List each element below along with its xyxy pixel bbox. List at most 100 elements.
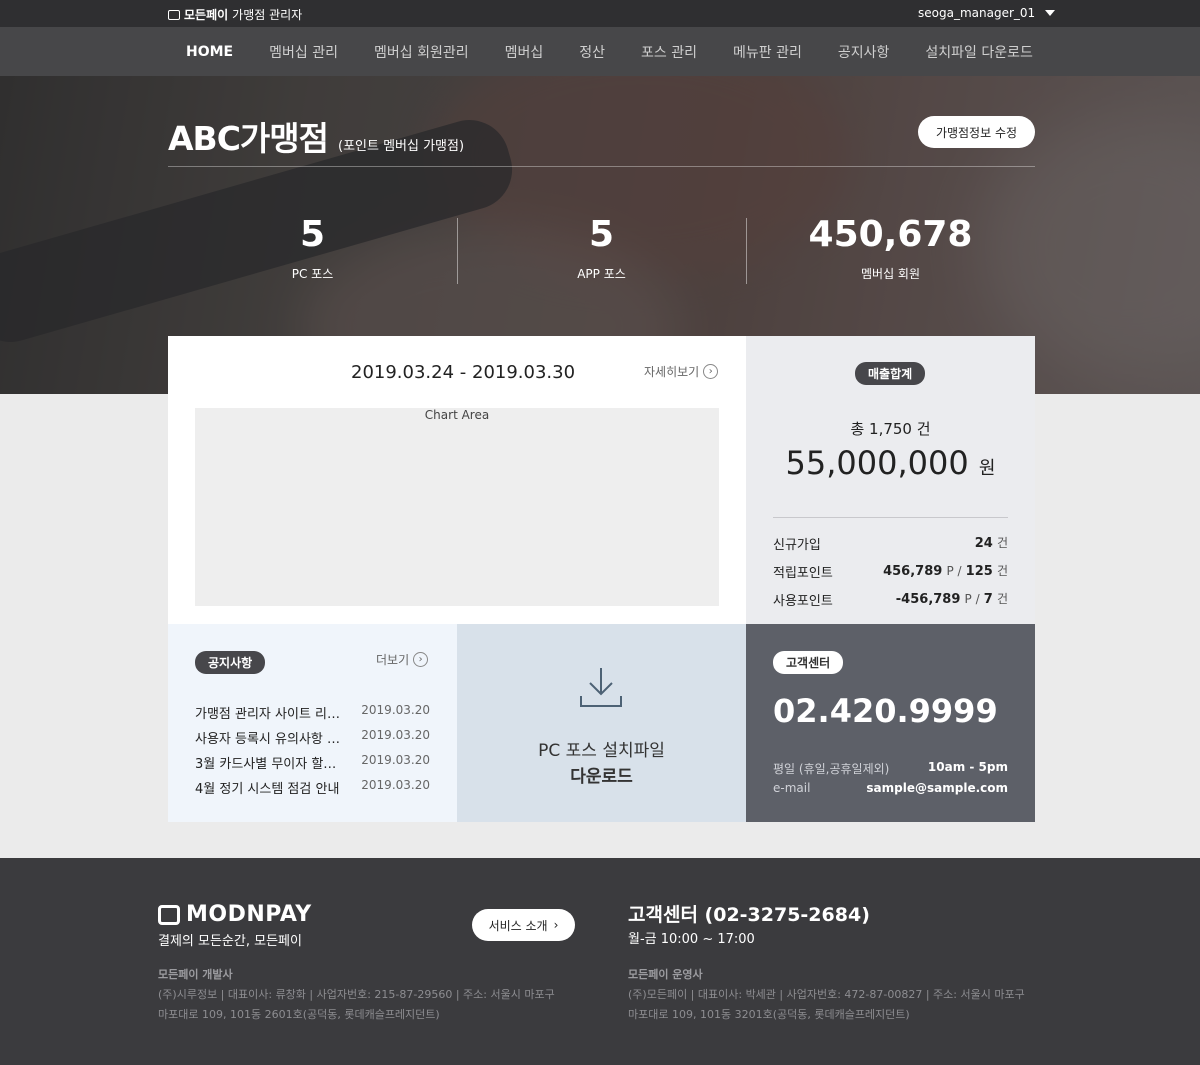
edit-store-button[interactable]: 가맹점정보 수정 [918,116,1035,148]
row-unit: 건 [996,536,1008,550]
notice-item[interactable]: 가맹점 관리자 사이트 리… 2019.03.20 [195,703,430,722]
notice-item[interactable]: 3월 카드사별 무이자 할… 2019.03.20 [195,753,430,772]
sales-divider [773,517,1008,518]
more-label: 더보기 [376,653,410,667]
modnpay-logo-icon [158,904,180,925]
main-nav: HOME 멤버십 관리 멤버십 회원관리 멤버십 정산 포스 관리 메뉴판 관리… [0,27,1200,76]
footer-operator-info: 모든페이 운영사 (주)모든페이 | 대표이사: 박세관 | 사업자번호: 47… [628,965,1025,1025]
footer-slogan: 결제의 모든순간, 모든페이 [158,934,302,949]
caret-down-icon[interactable] [1045,10,1056,16]
op-line1: (주)모든페이 | 대표이사: 박세관 | 사업자번호: 472-87-0082… [628,988,1025,1001]
footer-cs-hours: 월-금 10:00 ~ 17:00 [628,932,755,947]
sales-count: 총 1,750 건 [850,420,931,438]
stat-label: APP 포스 [577,267,626,281]
top-bar: 모든페이 가맹점 관리자 seoga_manager_01 [0,0,1200,27]
footer-developer-info: 모든페이 개발사 (주)시루정보 | 대표이사: 류창화 | 사업자번호: 21… [158,965,555,1025]
footer: MODNPAY 결제의 모든순간, 모든페이 서비스 소개 › 고객센터 (02… [0,858,1200,1065]
dev-title: 모든페이 개발사 [158,968,233,981]
chart-detail-link[interactable]: 자세히보기 › [644,363,719,380]
admin-brand[interactable]: 모든페이 가맹점 관리자 [168,6,302,23]
footer-cs-title: 고객센터 (02-3275-2684) [628,904,870,926]
stat-label: 멤버십 회원 [860,267,920,281]
row-unit: 건 [996,592,1008,606]
notice-card: 공지사항 더보기 › 가맹점 관리자 사이트 리… 2019.03.20 사용자… [168,624,457,822]
row-label: 평일 (휴일,공휴일제외) [773,762,890,776]
nav-menu-board[interactable]: 메뉴판 관리 [733,42,802,62]
notice-title: 사용자 등록시 유의사항 … [195,732,340,747]
row-value[interactable]: sample@sample.com [866,781,1008,795]
brand-subtitle: 가맹점 관리자 [232,8,303,22]
notice-title: 가맹점 관리자 사이트 리… [195,707,340,722]
notice-date: 2019.03.20 [361,728,430,742]
store-title: ABC가맹점 (포인트 멤버십 가맹점) [168,112,464,160]
nav-home[interactable]: HOME [186,44,233,60]
sales-row-used: 사용포인트 -456,789 P / 7 건 [773,590,1008,609]
nav-pos-manage[interactable]: 포스 관리 [641,42,697,62]
nav-membership-manage[interactable]: 멤버십 관리 [269,42,338,62]
pos-download-card[interactable]: PC 포스 설치파일 다운로드 [457,624,746,822]
notice-title: 4월 정기 시스템 점검 안내 [195,782,340,797]
row-label: e-mail [773,781,811,795]
stat-value: 5 [588,214,615,255]
stat-app-pos: 5 APP 포스 [457,214,746,282]
dev-line1: (주)시루정보 | 대표이사: 류창화 | 사업자번호: 215-87-2956… [158,988,555,1001]
nav-settlement[interactable]: 정산 [579,42,605,62]
sales-row-earned: 적립포인트 456,789 P / 125 건 [773,562,1008,581]
sales-row-signup: 신규가입 24 건 [773,534,1008,553]
footer-logo: MODNPAY [158,902,312,927]
stat-members: 450,678 멤버십 회원 [746,214,1035,282]
stat-label: PC 포스 [291,267,334,281]
row-value: 24 [974,536,993,551]
row-unit: 건 [996,564,1008,578]
chevron-right-icon: › [553,918,559,932]
notice-badge: 공지사항 [195,651,266,674]
store-type: (포인트 멤버십 가맹점) [338,139,465,154]
user-menu[interactable]: seoga_manager_01 [918,6,1056,20]
download-title: PC 포스 설치파일 [538,741,665,761]
service-label: 서비스 소개 [488,918,548,933]
sales-badge: 매출합계 [855,362,926,385]
modnpay-logo-icon [168,9,180,20]
hero-divider [168,166,1035,167]
nav-notice[interactable]: 공지사항 [838,42,890,62]
notice-title: 3월 카드사별 무이자 할… [195,757,337,772]
nav-member-manage[interactable]: 멤버십 회원관리 [374,42,469,62]
username: seoga_manager_01 [918,6,1036,20]
brand-name: 모든페이 [184,8,229,22]
nav-membership[interactable]: 멤버십 [505,42,544,62]
service-intro-button[interactable]: 서비스 소개 › [472,909,575,941]
customer-center-card: 고객센터 02.420.9999 평일 (휴일,공휴일제외) 10am - 5p… [746,624,1035,822]
cs-phone: 02.420.9999 [773,692,998,730]
notice-item[interactable]: 사용자 등록시 유의사항 … 2019.03.20 [195,728,430,747]
stat-value: 450,678 [808,214,973,255]
chevron-right-circle-icon: › [703,364,719,379]
row-value: 10am - 5pm [927,760,1008,774]
download-action: 다운로드 [570,767,633,787]
notice-date: 2019.03.20 [361,778,430,792]
op-title: 모든페이 운영사 [628,968,703,981]
download-icon [580,668,622,707]
row-count: 7 [983,592,993,607]
row-sep: P / [964,592,980,606]
nav-install-download[interactable]: 설치파일 다운로드 [925,42,1033,62]
chevron-right-circle-icon: › [413,652,429,667]
stat-pc-pos: 5 PC 포스 [168,214,457,282]
row-points: 456,789 [883,564,943,579]
weekly-chart-card: 2019.03.24 - 2019.03.30 자세히보기 › Chart Ar… [168,336,746,624]
sales-summary-card: 매출합계 총 1,750 건 55,000,000 원 신규가입 24 건 적립… [746,336,1035,624]
row-count: 125 [965,564,993,579]
detail-label: 자세히보기 [644,365,700,379]
row-label: 적립포인트 [773,566,833,581]
notice-date: 2019.03.20 [361,703,430,717]
amount-value: 55,000,000 [785,444,969,482]
op-line2: 마포대로 109, 101동 3201호(공덕동, 롯데캐슬프레지던트) [628,1008,910,1021]
dev-line2: 마포대로 109, 101동 2601호(공덕동, 롯데캐슬프레지던트) [158,1008,440,1021]
row-label: 사용포인트 [773,594,833,609]
notice-date: 2019.03.20 [361,753,430,767]
chart-area: Chart Area [195,408,719,606]
logo-text: MODNPAY [186,902,312,927]
notice-item[interactable]: 4월 정기 시스템 점검 안내 2019.03.20 [195,778,430,797]
notice-more-link[interactable]: 더보기 › [376,651,429,668]
cs-hours-row: 평일 (휴일,공휴일제외) 10am - 5pm [773,760,1008,777]
store-name: ABC가맹점 [168,119,329,158]
